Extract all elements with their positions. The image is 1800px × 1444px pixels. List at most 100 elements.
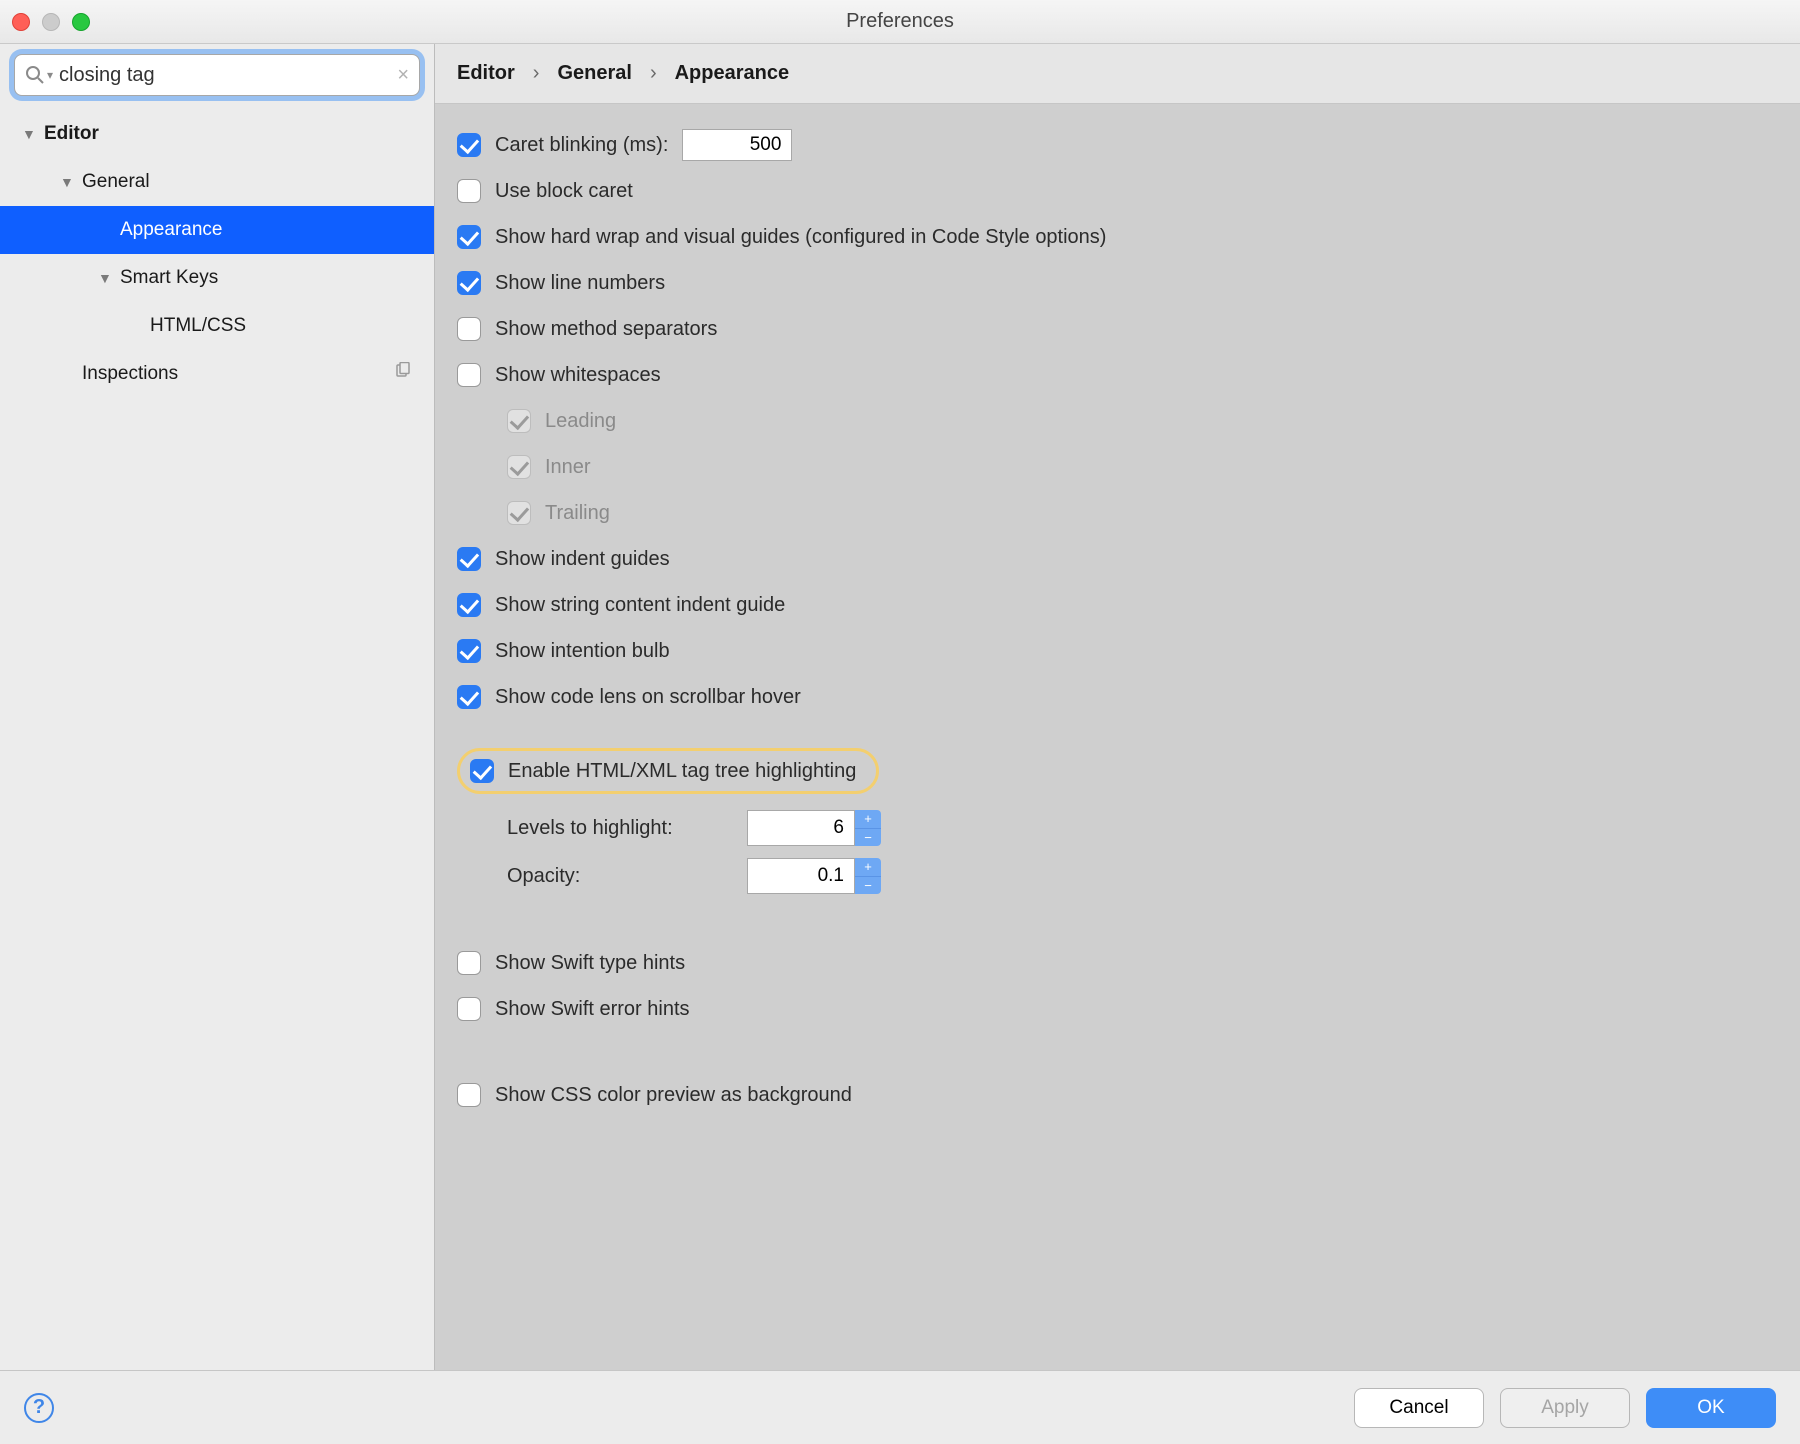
chevron-right-icon: ›	[533, 62, 540, 85]
setting-show-method-separators: Show method separators	[457, 306, 1778, 352]
sidebar-item-html-css[interactable]: HTML/CSS	[0, 302, 434, 350]
content: ▾ × ▼ Editor ▼ General Appearance ▼ Smar…	[0, 44, 1800, 1370]
label-show-string-indent: Show string content indent guide	[495, 594, 785, 617]
label-ws-leading: Leading	[545, 410, 616, 433]
label-opacity: Opacity:	[507, 865, 747, 888]
chevron-down-icon: ▼	[22, 126, 38, 142]
label-show-whitespaces: Show whitespaces	[495, 364, 661, 387]
sidebar-item-label: Smart Keys	[120, 267, 218, 289]
apply-button: Apply	[1500, 1388, 1630, 1428]
footer: ? Cancel Apply OK	[0, 1370, 1800, 1444]
input-levels[interactable]	[747, 810, 855, 846]
stepper-up-button[interactable]: +	[855, 810, 881, 829]
checkbox-show-line-numbers[interactable]	[457, 271, 481, 295]
checkbox-use-block-caret[interactable]	[457, 179, 481, 203]
close-window-icon[interactable]	[12, 13, 30, 31]
label-show-line-numbers: Show line numbers	[495, 272, 665, 295]
chevron-down-icon: ▼	[60, 174, 76, 190]
setting-show-indent-guides: Show indent guides	[457, 536, 1778, 582]
sidebar-item-label: Editor	[44, 123, 99, 145]
setting-show-hard-wrap: Show hard wrap and visual guides (config…	[457, 214, 1778, 260]
breadcrumb-item[interactable]: General	[557, 62, 631, 85]
search-match-highlight: Enable HTML/XML tag tree highlighting	[457, 748, 879, 794]
checkbox-show-whitespaces[interactable]	[457, 363, 481, 387]
checkbox-show-string-indent[interactable]	[457, 593, 481, 617]
sidebar-item-appearance[interactable]: Appearance	[0, 206, 434, 254]
setting-ws-trailing: Trailing	[457, 490, 1778, 536]
setting-show-whitespaces: Show whitespaces	[457, 352, 1778, 398]
stepper-up-button[interactable]: +	[855, 858, 881, 877]
sidebar: ▾ × ▼ Editor ▼ General Appearance ▼ Smar…	[0, 44, 435, 1370]
checkbox-show-swift-error[interactable]	[457, 997, 481, 1021]
checkbox-show-intention-bulb[interactable]	[457, 639, 481, 663]
checkbox-ws-leading	[507, 409, 531, 433]
setting-ws-inner: Inner	[457, 444, 1778, 490]
checkbox-show-indent-guides[interactable]	[457, 547, 481, 571]
sidebar-item-inspections[interactable]: Inspections	[0, 350, 434, 398]
search-icon	[25, 65, 45, 85]
checkbox-show-code-lens[interactable]	[457, 685, 481, 709]
zoom-window-icon[interactable]	[72, 13, 90, 31]
setting-show-css-color: Show CSS color preview as background	[457, 1072, 1778, 1118]
ok-button[interactable]: OK	[1646, 1388, 1776, 1428]
stepper-down-button[interactable]: −	[855, 829, 881, 847]
minimize-window-icon	[42, 13, 60, 31]
label-show-swift-error: Show Swift error hints	[495, 998, 690, 1021]
stepper-levels: + −	[747, 810, 881, 846]
clear-search-icon[interactable]: ×	[397, 65, 409, 85]
chevron-right-icon: ›	[650, 62, 657, 85]
label-show-method-separators: Show method separators	[495, 318, 717, 341]
sidebar-item-label: Inspections	[82, 363, 178, 385]
label-show-indent-guides: Show indent guides	[495, 548, 670, 571]
checkbox-caret-blinking[interactable]	[457, 133, 481, 157]
label-use-block-caret: Use block caret	[495, 180, 633, 203]
label-show-hard-wrap: Show hard wrap and visual guides (config…	[495, 226, 1106, 249]
sidebar-item-general[interactable]: ▼ General	[0, 158, 434, 206]
sidebar-item-label: HTML/CSS	[150, 315, 246, 337]
label-caret-blinking: Caret blinking (ms):	[495, 134, 668, 157]
sidebar-item-label: Appearance	[120, 219, 222, 241]
label-show-swift-type: Show Swift type hints	[495, 952, 685, 975]
label-ws-trailing: Trailing	[545, 502, 610, 525]
chevron-down-icon: ▼	[98, 270, 114, 286]
sidebar-tree: ▼ Editor ▼ General Appearance ▼ Smart Ke…	[0, 104, 434, 1370]
stepper-opacity: + −	[747, 858, 881, 894]
checkbox-show-hard-wrap[interactable]	[457, 225, 481, 249]
copy-profile-icon[interactable]	[394, 362, 412, 386]
checkbox-ws-trailing	[507, 501, 531, 525]
search-field[interactable]: ▾ ×	[14, 54, 420, 96]
checkbox-show-method-separators[interactable]	[457, 317, 481, 341]
setting-show-swift-type: Show Swift type hints	[457, 940, 1778, 986]
setting-show-line-numbers: Show line numbers	[457, 260, 1778, 306]
checkbox-enable-tag-tree[interactable]	[470, 759, 494, 783]
input-opacity[interactable]	[747, 858, 855, 894]
checkbox-show-swift-type[interactable]	[457, 951, 481, 975]
stepper-down-button[interactable]: −	[855, 877, 881, 895]
help-button[interactable]: ?	[24, 1393, 54, 1423]
cancel-button[interactable]: Cancel	[1354, 1388, 1484, 1428]
breadcrumb-item: Appearance	[675, 62, 790, 85]
titlebar: Preferences	[0, 0, 1800, 44]
setting-ws-leading: Leading	[457, 398, 1778, 444]
label-show-code-lens: Show code lens on scrollbar hover	[495, 686, 801, 709]
window-controls	[12, 13, 90, 31]
setting-show-string-indent: Show string content indent guide	[457, 582, 1778, 628]
breadcrumb-item[interactable]: Editor	[457, 62, 515, 85]
sidebar-item-editor[interactable]: ▼ Editor	[0, 110, 434, 158]
setting-show-code-lens: Show code lens on scrollbar hover	[457, 674, 1778, 720]
label-ws-inner: Inner	[545, 456, 591, 479]
setting-show-swift-error: Show Swift error hints	[457, 986, 1778, 1032]
setting-show-intention-bulb: Show intention bulb	[457, 628, 1778, 674]
label-show-css-color: Show CSS color preview as background	[495, 1084, 852, 1107]
setting-use-block-caret: Use block caret	[457, 168, 1778, 214]
label-levels: Levels to highlight:	[507, 817, 747, 840]
label-enable-tag-tree: Enable HTML/XML tag tree highlighting	[508, 760, 856, 783]
input-caret-blinking-ms[interactable]	[682, 129, 792, 161]
sidebar-item-label: General	[82, 171, 150, 193]
search-input[interactable]	[53, 64, 397, 87]
setting-levels: Levels to highlight: + −	[457, 804, 1778, 852]
sidebar-item-smart-keys[interactable]: ▼ Smart Keys	[0, 254, 434, 302]
checkbox-ws-inner	[507, 455, 531, 479]
breadcrumb: Editor › General › Appearance	[435, 44, 1800, 104]
checkbox-show-css-color[interactable]	[457, 1083, 481, 1107]
